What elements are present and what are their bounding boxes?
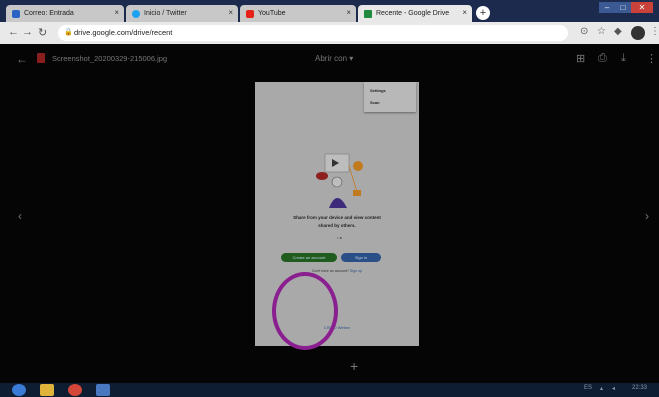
lock-icon: 🔒 (64, 29, 73, 36)
close-icon[interactable]: × (346, 8, 351, 17)
start-icon[interactable] (12, 384, 26, 396)
next-icon[interactable]: › (645, 209, 649, 223)
close-icon[interactable]: × (462, 8, 467, 17)
window-close-icon[interactable]: ✕ (631, 2, 653, 13)
youtube-icon (246, 9, 254, 18)
forward-icon[interactable]: → (22, 26, 33, 38)
menu-item-settings: Settings (370, 88, 386, 93)
signup-line: Don't have an account? Sign up (255, 269, 419, 273)
tab-youtube[interactable]: YouTube × (240, 5, 356, 22)
volume-icon[interactable]: ◂ (612, 385, 615, 392)
open-with-label: Abrir con (315, 54, 348, 63)
open-with-dropdown[interactable]: Abrir con ▾ (315, 54, 353, 63)
taskbar: ES ▴ ◂ 22:33 (0, 383, 659, 397)
mail-icon (12, 9, 20, 18)
google-drive-icon (364, 9, 372, 18)
chrome-icon[interactable] (68, 384, 82, 396)
create-account-button[interactable]: Create an account (281, 253, 337, 262)
highlight-circle-annotation (272, 272, 338, 350)
reload-icon[interactable]: ↻ (38, 26, 47, 39)
location-icon[interactable]: ⊙ (580, 26, 588, 37)
page-indicator: • ● (337, 235, 342, 240)
bookmark-star-icon[interactable]: ☆ (597, 26, 606, 37)
window-controls: – □ ✕ (599, 2, 653, 14)
new-tab-button[interactable]: + (476, 6, 490, 20)
screen: Correo: Entrada × Inicio / Twitter × You… (0, 0, 659, 397)
tab-google-drive[interactable]: Recente - Google Drive × (358, 5, 472, 22)
promo-line-2: shared by others. (318, 223, 356, 228)
add-to-drive-icon[interactable]: ⊞ (576, 52, 585, 65)
close-icon[interactable]: × (114, 8, 119, 17)
overflow-menu: Settings Scan (364, 82, 416, 112)
menu-item-scan: Scan (370, 100, 380, 105)
profile-avatar[interactable] (631, 26, 645, 40)
tray-language[interactable]: ES (584, 385, 592, 391)
tab-label: Inicio / Twitter (144, 10, 187, 17)
more-icon[interactable]: ⋮ (646, 52, 657, 65)
promo-line-1: Share from your device and view content (293, 215, 381, 220)
tray-arrow-icon[interactable]: ▴ (600, 385, 603, 392)
browser-toolbar: ← → ↻ 🔒 drive.google.com/drive/recent ⊙ … (0, 22, 659, 44)
file-explorer-icon[interactable] (40, 384, 54, 396)
url-text: drive.google.com/drive/recent (74, 28, 173, 37)
address-bar[interactable]: 🔒 drive.google.com/drive/recent (58, 25, 568, 41)
tab-label: Correo: Entrada (24, 10, 74, 17)
extension-icon[interactable]: ◆ (614, 26, 622, 37)
signup-prefix: Don't have an account? (312, 269, 349, 273)
print-icon[interactable]: ⎙ (598, 52, 607, 65)
back-icon[interactable]: ← (8, 26, 19, 38)
add-icon[interactable]: + (350, 358, 358, 374)
browser-tabbar: Correo: Entrada × Inicio / Twitter × You… (0, 0, 659, 22)
tab-twitter[interactable]: Inicio / Twitter × (126, 5, 238, 22)
signup-link[interactable]: Sign up (350, 269, 362, 273)
close-icon[interactable]: × (228, 8, 233, 17)
prev-icon[interactable]: ‹ (18, 209, 22, 223)
minimize-icon[interactable]: – (599, 2, 615, 13)
drive-file-viewer: ← Screenshot_20200329-215006.jpg Abrir c… (0, 44, 659, 383)
download-icon[interactable]: ⤓ (621, 52, 626, 65)
tab-label: Recente - Google Drive (376, 10, 450, 17)
file-name: Screenshot_20200329-215006.jpg (52, 54, 168, 63)
viewer-header: ← Screenshot_20200329-215006.jpg Abrir c… (0, 44, 659, 74)
twitter-icon (132, 9, 140, 18)
clock[interactable]: 22:33 (632, 385, 647, 391)
sharing-illustration (316, 153, 363, 208)
tab-correo[interactable]: Correo: Entrada × (6, 5, 124, 22)
sign-in-button[interactable]: Sign in (341, 253, 381, 262)
tab-label: YouTube (258, 10, 286, 17)
word-icon[interactable] (96, 384, 110, 396)
back-arrow-icon[interactable]: ← (16, 52, 28, 66)
image-file-icon (37, 53, 45, 63)
maximize-icon[interactable]: □ (615, 2, 631, 13)
chrome-menu-icon[interactable]: ⋮ (650, 26, 659, 37)
